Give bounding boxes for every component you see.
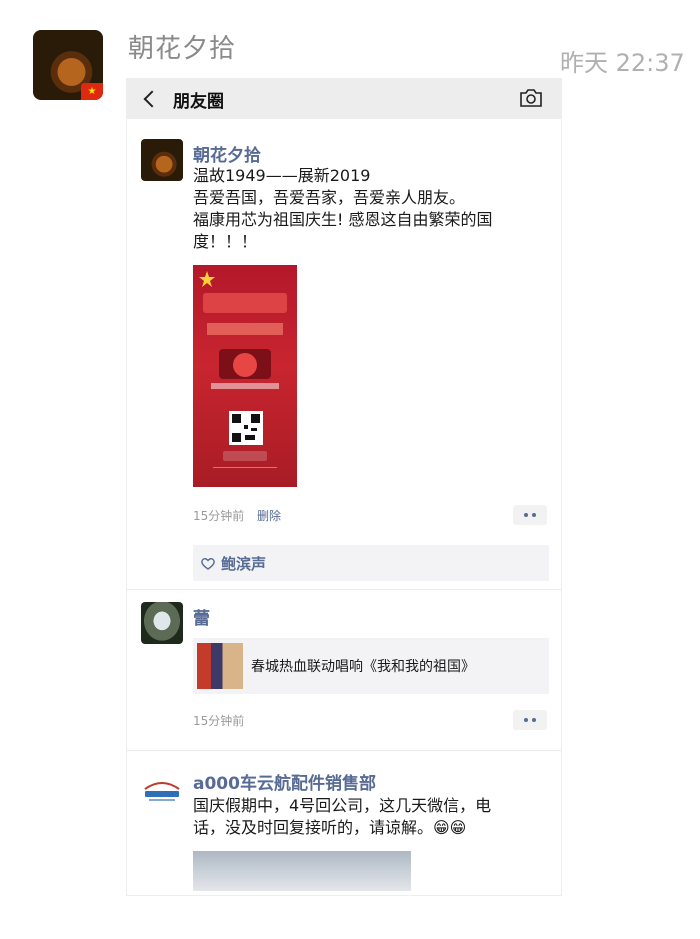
sender-avatar[interactable]: ★ (33, 30, 103, 100)
shared-link-thumbnail (197, 643, 243, 689)
post-time: 15分钟前 (193, 509, 245, 523)
heart-icon (201, 557, 215, 570)
post-photo[interactable] (193, 851, 411, 891)
more-dots-icon[interactable] (513, 710, 547, 730)
post-author-avatar[interactable] (141, 139, 183, 181)
post-text-line: 话，没及时回复接听的，请谅解。😁😁 (193, 818, 467, 837)
post-time: 15分钟前 (193, 714, 245, 728)
sender-name: 朝花夕拾 (128, 34, 237, 64)
post-text-line: 国庆假期中，4号回公司，这几天微信，电 (193, 796, 492, 815)
post-author-avatar[interactable] (141, 767, 183, 809)
company-logo-icon (144, 782, 180, 801)
post-author-name[interactable]: a000车云航配件销售部 (193, 769, 376, 794)
shared-link-card[interactable]: 春城热血联动唱响《我和我的祖国》 (193, 638, 549, 694)
message-time: 昨天 22:37 (560, 49, 685, 77)
post-author-name[interactable]: 朝花夕拾 (193, 141, 261, 166)
like-user-name[interactable]: 鲍滨声 (221, 553, 266, 574)
camera-icon[interactable] (519, 88, 543, 108)
post-text: 温故1949——展新2019 吾爱吾国，吾爱吾家，吾爱亲人朋友。 福康用芯为祖国… (193, 165, 553, 253)
post-author-avatar[interactable] (141, 602, 183, 644)
poster-graphic (199, 271, 287, 468)
moment-post-3: a000车云航配件销售部 国庆假期中，4号回公司，这几天微信，电 话，没及时回复… (127, 751, 561, 895)
moments-top-bar: 朋友圈 (127, 79, 561, 119)
post-text-line: 吾爱吾国，吾爱吾家，吾爱亲人朋友。 (193, 188, 466, 207)
shared-link-title: 春城热血联动唱响《我和我的祖国》 (251, 659, 475, 675)
likes-box: 鲍滨声 (193, 545, 549, 581)
post-author-name[interactable]: 蕾 (193, 604, 210, 629)
moments-title: 朋友圈 (173, 91, 224, 112)
moment-post-2: 蕾 春城热血联动唱响《我和我的祖国》 15分钟前 (127, 590, 561, 750)
moment-post-1: 朝花夕拾 温故1949——展新2019 吾爱吾国，吾爱吾家，吾爱亲人朋友。 福康… (127, 119, 561, 589)
post-poster-image[interactable] (193, 265, 297, 487)
post-text-line: 福康用芯为祖国庆生! 感恩这自由繁荣的国 (193, 210, 493, 229)
back-chevron-icon[interactable] (137, 79, 167, 119)
post-text-line: 度！！！ (193, 232, 258, 251)
more-dots-icon[interactable] (513, 505, 547, 525)
post-delete-link[interactable]: 删除 (257, 507, 281, 524)
post-text-line: 温故1949——展新2019 (193, 166, 371, 185)
moments-screenshot-image[interactable]: 朋友圈 朝花夕拾 温故1949——展新2019 吾爱吾国，吾爱吾家，吾爱亲人朋友… (126, 78, 562, 896)
post-text: 国庆假期中，4号回公司，这几天微信，电 话，没及时回复接听的，请谅解。😁😁 (193, 795, 553, 839)
china-flag-badge-icon: ★ (81, 83, 103, 100)
